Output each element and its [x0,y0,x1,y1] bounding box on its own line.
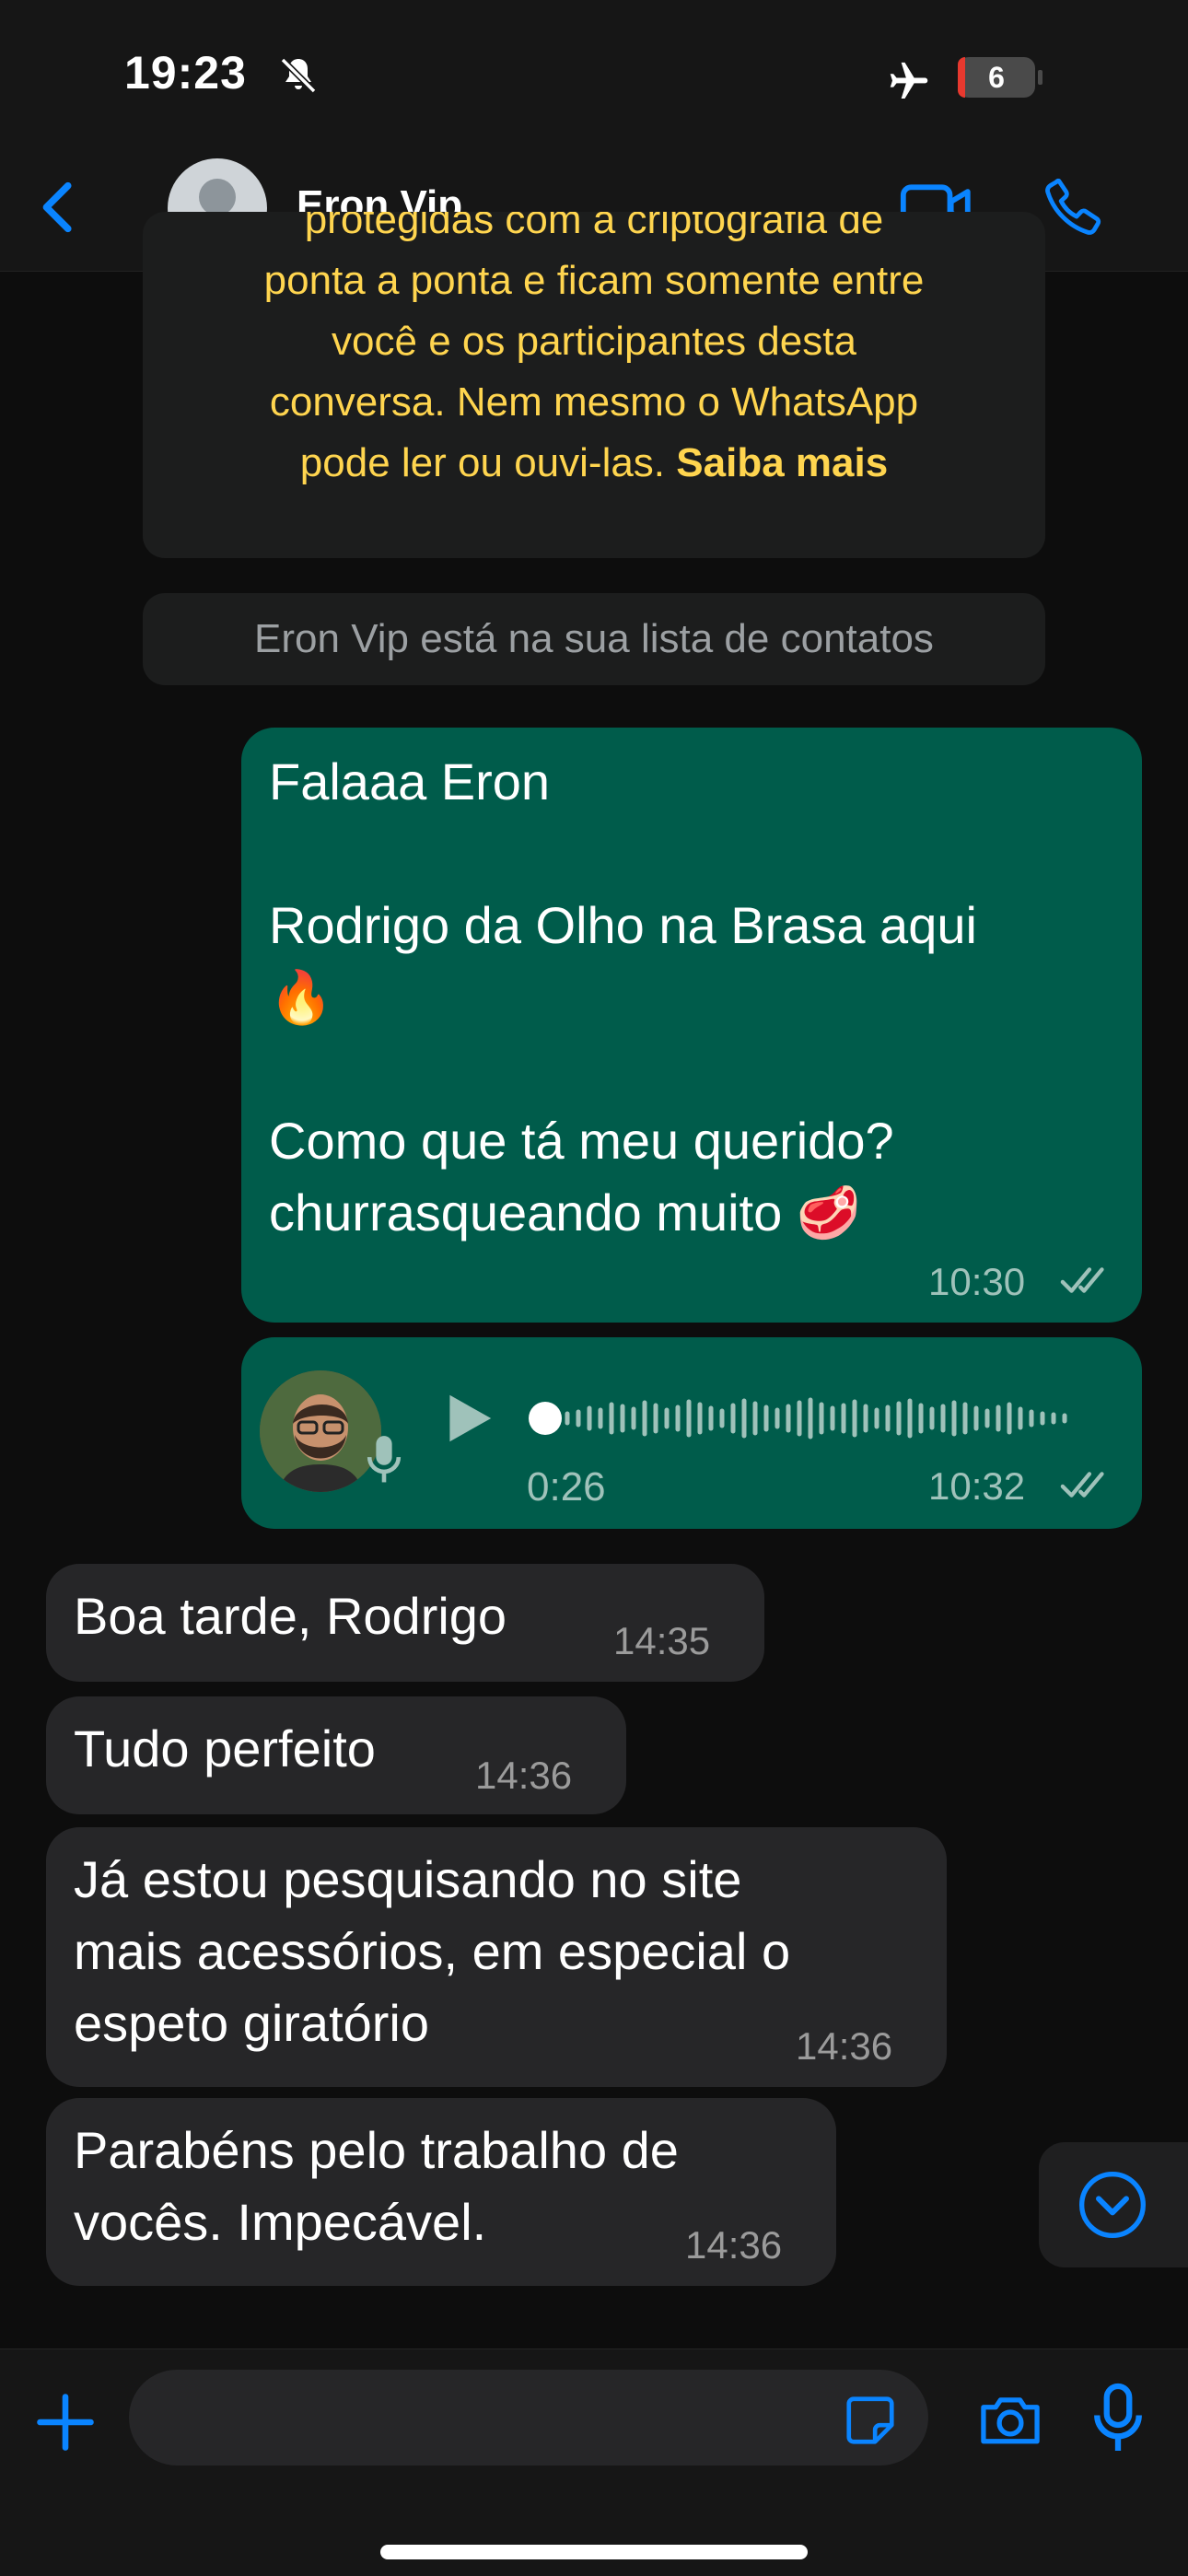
microphone-icon [367,1436,402,1483]
scroll-to-bottom-button[interactable] [1039,2142,1188,2267]
message-text: Rodrigo da Olho na Brasa aqui [269,896,977,954]
encryption-line-last: pode ler ou ouvi-las. Saiba mais [143,433,1045,494]
message-bubble-incoming[interactable]: Boa tarde, Rodrigo 14:35 [46,1564,764,1682]
mute-bell-icon [280,57,317,94]
message-bubble-incoming[interactable]: Tudo perfeito 14:36 [46,1696,626,1814]
message-time: 14:36 [685,2223,783,2267]
message-text: Falaaa Eron [269,752,551,810]
message-text: Como que tá meu querido? [269,1112,894,1170]
voice-duration: 0:26 [527,1464,606,1509]
message-time: 10:32 [928,1464,1026,1508]
sticker-icon[interactable] [842,2392,899,2449]
message-text: Parabéns pelo trabalho de [74,2121,679,2179]
message-text: 🔥 [269,968,333,1026]
encryption-notice[interactable]: protegidas com a criptografia de ponta a… [143,212,1045,558]
message-bubble-incoming[interactable]: Parabéns pelo trabalho de vocês. Impecáv… [46,2098,836,2286]
encryption-line: protegidas com a criptografia de [304,212,884,242]
learn-more-link[interactable]: Saiba mais [676,440,888,485]
chevron-down-circle-icon [1079,2172,1146,2238]
message-text: churrasqueando muito 🥩 [269,1183,861,1241]
encryption-line: você e os participantes desta [332,319,856,364]
message-time: 10:30 [928,1260,1026,1303]
battery-level: 6 [988,61,1005,94]
battery-indicator: 6 [958,57,1035,98]
message-text: Tudo perfeito [74,1719,376,1778]
message-bubble-outgoing[interactable]: Falaaa Eron Rodrigo da Olho na Brasa aqu… [241,728,1142,1323]
message-text: espeto giratório [74,1994,430,2052]
back-chevron-icon[interactable] [28,175,92,239]
encryption-line: ponta a ponta e ficam somente entre [263,258,925,303]
encryption-line: conversa. Nem mesmo o WhatsApp [269,379,919,425]
encryption-line: pode ler ou ouvi-las. [299,440,666,485]
read-ticks-icon [1060,1472,1104,1498]
status-bar: 19:23 6 [0,0,1188,147]
message-text: mais acessórios, em especial o [74,1922,791,1980]
status-time: 19:23 [124,47,247,99]
microphone-icon[interactable] [1092,2383,1144,2454]
message-input[interactable] [129,2370,928,2465]
message-time: 14:36 [475,1754,573,1797]
contact-notice: Eron Vip está na sua lista de contatos [143,593,1045,685]
camera-icon[interactable] [976,2390,1044,2449]
composer-bar [0,2349,1188,2576]
home-indicator [380,2545,808,2559]
battery-tip [1038,70,1042,85]
phone-call-icon[interactable] [1041,173,1107,239]
play-icon[interactable] [442,1393,494,1444]
message-time: 14:36 [796,2024,893,2068]
message-text: vocês. Impecável. [74,2193,487,2251]
voice-waveform[interactable] [525,1381,1096,1455]
message-text: Já estou pesquisando no site [74,1850,742,1908]
airplane-icon [890,62,928,99]
message-text: Boa tarde, Rodrigo [74,1587,507,1645]
message-time: 14:35 [613,1619,711,1662]
plus-icon[interactable] [35,2392,96,2453]
read-ticks-icon [1060,1267,1104,1293]
message-bubble-incoming[interactable]: Já estou pesquisando no site mais acessó… [46,1827,947,2087]
